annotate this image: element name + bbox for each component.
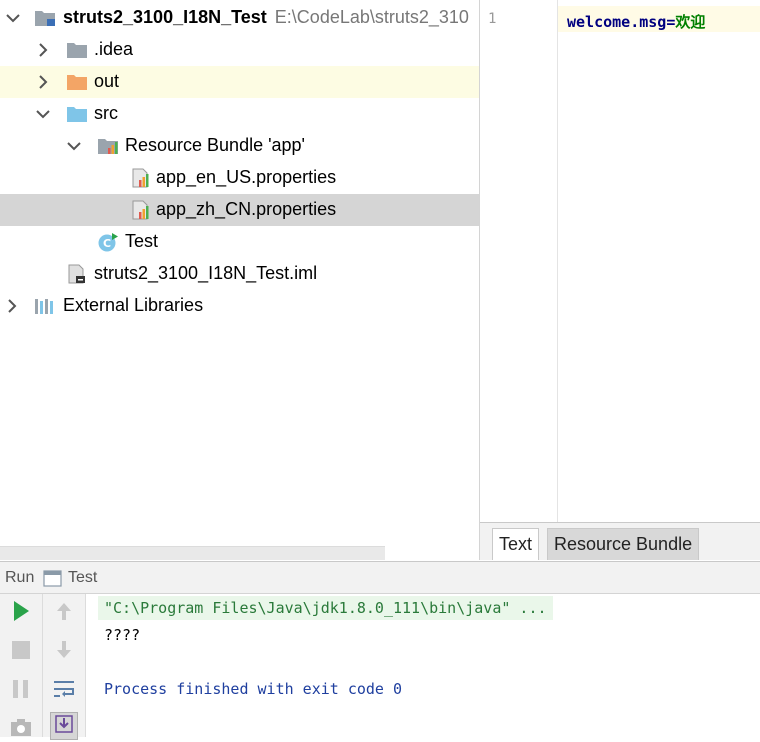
- tree-item-label: Test: [125, 231, 159, 251]
- line-number: 1: [488, 11, 497, 27]
- tab-resource-bundle[interactable]: Resource Bundle: [547, 528, 700, 560]
- tree-item-label: External Libraries: [63, 295, 204, 315]
- horizontal-scrollbar[interactable]: [0, 546, 385, 560]
- soft-wrap-icon: [53, 679, 75, 704]
- stop-button[interactable]: [7, 638, 35, 666]
- tree-item-label: out: [94, 71, 120, 91]
- arrow-down-icon: [55, 640, 73, 665]
- run-config-icon: [43, 570, 62, 587]
- folder-icon: [66, 40, 88, 60]
- stop-icon: [12, 640, 30, 664]
- editor-bottom-tabs: Text Resource Bundle: [480, 522, 760, 560]
- libraries-icon: [34, 296, 56, 316]
- tree-row-app-zh-cn[interactable]: app_zh_CN.properties: [0, 194, 479, 226]
- iml-file-icon: [66, 264, 88, 284]
- tree-row-resource-bundle[interactable]: Resource Bundle 'app': [0, 130, 479, 162]
- soft-wrap-button[interactable]: [50, 677, 78, 705]
- project-root-path: E:\CodeLab\struts2_310: [274, 7, 469, 27]
- console-command-line[interactable]: "C:\Program Files\Java\jdk1.8.0_111\bin\…: [98, 596, 553, 620]
- console-exit-message: Process finished with exit code 0: [104, 680, 403, 698]
- source-folder-icon: [66, 104, 88, 124]
- project-root-name: struts2_3100_I18N_Test: [63, 7, 267, 27]
- console-output[interactable]: "C:\Program Files\Java\jdk1.8.0_111\bin\…: [87, 594, 760, 737]
- tree-row-src[interactable]: src: [0, 98, 479, 130]
- tree-row-test[interactable]: C Test: [0, 226, 479, 258]
- run-panel-header: Run Test: [0, 561, 760, 594]
- chevron-right-icon[interactable]: [5, 299, 19, 313]
- scroll-up-button[interactable]: [50, 599, 78, 627]
- pause-icon: [13, 679, 29, 703]
- project-root-label: struts2_3100_I18N_Test E:\CodeLab\struts2…: [63, 7, 469, 28]
- tree-item-label: Resource Bundle 'app': [125, 135, 305, 155]
- tree-item-label: app_en_US.properties: [156, 167, 337, 187]
- output-folder-icon: [66, 72, 88, 92]
- chevron-down-icon[interactable]: [6, 11, 20, 25]
- chevron-right-icon[interactable]: [36, 43, 50, 57]
- play-icon: [12, 600, 30, 627]
- tree-row-idea[interactable]: .idea: [0, 34, 479, 66]
- scroll-to-end-button[interactable]: [50, 712, 78, 740]
- tree-row-root[interactable]: struts2_3100_I18N_Test E:\CodeLab\struts2…: [0, 2, 479, 34]
- svg-text:C: C: [103, 237, 111, 250]
- property-key: welcome.msg: [567, 13, 667, 31]
- tree-item-label: src: [94, 103, 118, 123]
- properties-file-icon: [130, 200, 152, 220]
- project-tree-panel: struts2_3100_I18N_Test E:\CodeLab\struts2…: [0, 0, 479, 560]
- run-panel-title: Run: [5, 569, 35, 586]
- java-class-runnable-icon: C: [97, 232, 119, 252]
- tree-row-out[interactable]: out: [0, 66, 479, 98]
- tree-row-app-en-us[interactable]: app_en_US.properties: [0, 162, 479, 194]
- run-toolbar-left: [0, 594, 43, 737]
- run-config-tab[interactable]: Test: [68, 569, 97, 587]
- arrow-up-icon: [55, 601, 73, 626]
- code-text[interactable]: welcome.msg=欢迎: [567, 11, 705, 32]
- chevron-right-icon[interactable]: [36, 75, 50, 89]
- tab-text[interactable]: Text: [492, 528, 540, 560]
- tree-row-external-libraries[interactable]: External Libraries: [0, 290, 479, 322]
- editor-panel: 1 welcome.msg=欢迎 Text Resource Bundle: [479, 0, 760, 560]
- run-toolbar-right: [43, 594, 86, 740]
- property-value: 欢迎: [675, 13, 706, 31]
- resource-bundle-icon: [97, 136, 119, 156]
- chevron-down-icon[interactable]: [36, 107, 50, 121]
- editor-gutter: 1: [480, 0, 558, 522]
- rerun-button[interactable]: [7, 599, 35, 627]
- code-line-current[interactable]: welcome.msg=欢迎: [558, 6, 760, 32]
- scroll-to-end-icon: [54, 714, 74, 739]
- console-output-line: ????: [104, 626, 141, 644]
- camera-button[interactable]: [7, 714, 35, 742]
- tree-row-iml[interactable]: struts2_3100_I18N_Test.iml: [0, 258, 479, 290]
- pause-button[interactable]: [7, 677, 35, 705]
- module-folder-icon: [34, 8, 56, 28]
- scroll-down-button[interactable]: [50, 638, 78, 666]
- chevron-down-icon[interactable]: [67, 139, 81, 153]
- tree-item-label: app_zh_CN.properties: [156, 199, 337, 219]
- properties-file-icon: [130, 168, 152, 188]
- tree-item-label: .idea: [94, 39, 134, 59]
- tree-item-label: struts2_3100_I18N_Test.iml: [94, 263, 318, 283]
